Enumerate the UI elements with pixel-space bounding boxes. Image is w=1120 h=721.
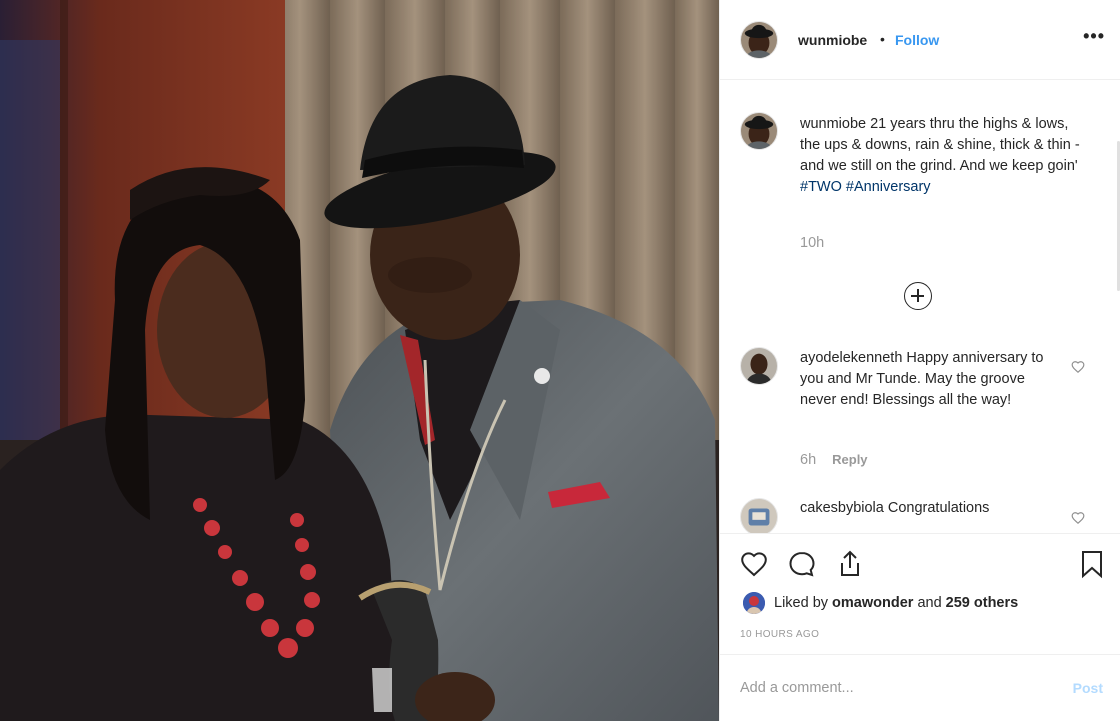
comment-body: Congratulations (883, 500, 990, 516)
comment-username[interactable]: cakesbybiola (800, 500, 884, 516)
post-actions: Liked by omawonder and 259 others 10 HOU… (720, 533, 1120, 721)
reply-button[interactable]: Reply (832, 452, 867, 467)
commenter-avatar[interactable] (740, 498, 778, 533)
author-username[interactable]: wunmiobe (798, 32, 867, 48)
likes-prefix: Liked by (774, 595, 833, 611)
comment-meta: 6h Reply (800, 452, 868, 468)
bookmark-icon[interactable] (1076, 548, 1108, 580)
comment-username[interactable]: ayodelekenneth (800, 350, 902, 366)
author-avatar[interactable] (740, 21, 778, 59)
likes-text: Liked by omawonder and 259 others (774, 595, 1018, 611)
header-separator: • (880, 31, 885, 47)
heart-icon[interactable] (1071, 360, 1085, 374)
more-options-icon[interactable]: ••• (1083, 26, 1105, 47)
post-photo[interactable] (0, 0, 719, 721)
caption-avatar[interactable] (740, 112, 778, 150)
comment-icon[interactable] (786, 548, 818, 580)
post-comment-button[interactable]: Post (1073, 680, 1103, 696)
comment-timestamp[interactable]: 6h (800, 452, 816, 468)
likes-others-link[interactable]: 259 others (946, 595, 1019, 611)
plus-circle-icon[interactable] (904, 282, 932, 310)
comment-text: ayodelekenneth Happy anniversary to you … (800, 348, 1065, 411)
heart-icon[interactable] (1071, 511, 1085, 525)
heart-icon[interactable] (738, 548, 770, 580)
post-timestamp[interactable]: 10 HOURS AGO (740, 629, 819, 640)
hashtag-link[interactable]: #Anniversary (846, 179, 931, 195)
likes-mid: and (913, 595, 946, 611)
post-sidebar: wunmiobe • Follow ••• wunmiobe 21 years … (719, 0, 1120, 721)
couple-photo-image (0, 0, 719, 721)
liker-username[interactable]: omawonder (832, 595, 913, 611)
caption-username[interactable]: wunmiobe (800, 116, 866, 132)
comments-list[interactable]: wunmiobe 21 years thru the highs & lows,… (720, 81, 1120, 533)
commenter-avatar[interactable] (740, 347, 778, 385)
hashtag-link[interactable]: #TWO (800, 179, 842, 195)
follow-button[interactable]: Follow (895, 32, 939, 48)
liker-avatar (743, 592, 765, 614)
caption-timestamp[interactable]: 10h (800, 235, 824, 251)
comment-input[interactable] (740, 677, 1040, 699)
add-comment-bar: Post (720, 654, 1120, 721)
post-header: wunmiobe • Follow ••• (720, 0, 1120, 80)
share-icon[interactable] (834, 548, 866, 580)
caption-text: wunmiobe 21 years thru the highs & lows,… (800, 114, 1090, 198)
comment-text: cakesbybiola Congratulations (800, 498, 1065, 519)
